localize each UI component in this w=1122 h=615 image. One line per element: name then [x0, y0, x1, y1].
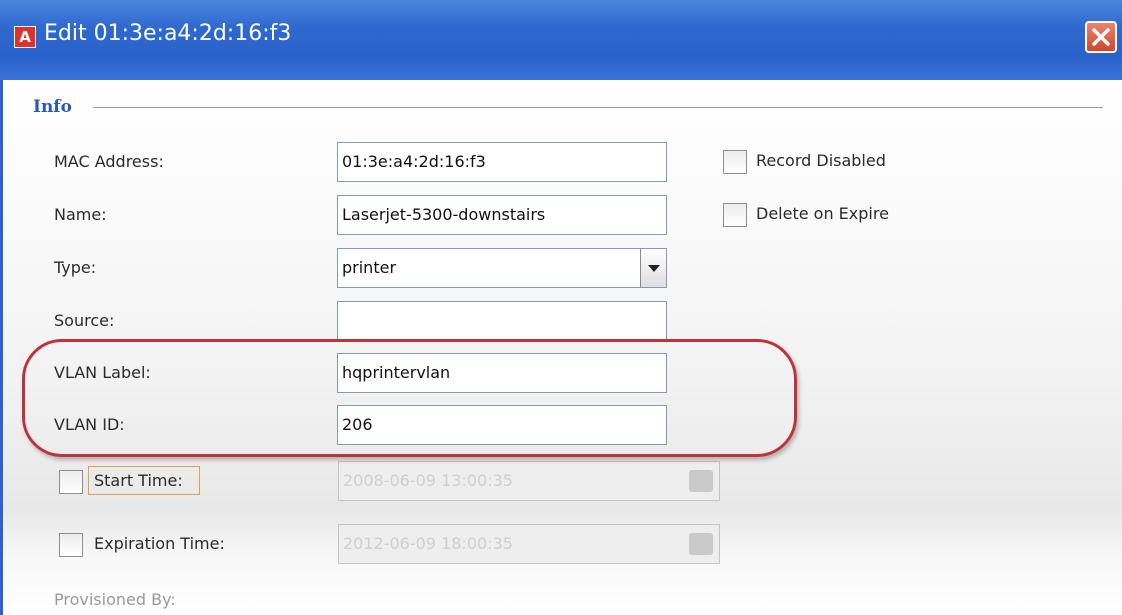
vlan-id-label: VLAN ID: — [54, 415, 125, 434]
close-icon — [1092, 28, 1110, 46]
mac-address-field[interactable]: 01:3e:a4:2d:16:f3 — [337, 142, 667, 182]
section-title-info: Info — [33, 97, 72, 117]
delete-on-expire-label[interactable]: Delete on Expire — [756, 204, 889, 223]
record-disabled-label[interactable]: Record Disabled — [756, 151, 886, 170]
provisioned-by-label: Provisioned By: — [54, 590, 176, 609]
expiration-time-checkbox[interactable] — [59, 533, 83, 557]
type-label: Type: — [54, 258, 97, 277]
type-select[interactable]: printer — [337, 248, 667, 288]
start-time-field: 2008-06-09 13:00:35 — [338, 461, 720, 501]
expiration-time-value: 2012-06-09 18:00:35 — [343, 534, 513, 553]
section-divider — [93, 107, 1103, 109]
source-label: Source: — [54, 311, 115, 330]
source-field[interactable] — [337, 301, 667, 341]
expiration-time-label[interactable]: Expiration Time: — [94, 534, 225, 553]
close-button[interactable] — [1085, 21, 1117, 53]
type-select-value: printer — [342, 258, 397, 277]
mac-address-label: MAC Address: — [54, 152, 164, 171]
calendar-icon — [689, 470, 713, 492]
window-title: Edit 01:3e:a4:2d:16:f3 — [44, 21, 292, 46]
start-time-value: 2008-06-09 13:00:35 — [343, 471, 513, 490]
calendar-icon — [689, 533, 713, 555]
chevron-down-icon — [648, 265, 660, 272]
delete-on-expire-checkbox[interactable] — [723, 203, 747, 227]
start-time-label[interactable]: Start Time: — [94, 471, 183, 490]
vlan-label-field[interactable]: hqprintervlan — [337, 353, 667, 393]
app-logo-icon: A — [14, 26, 36, 48]
start-time-checkbox[interactable] — [59, 470, 83, 494]
name-label: Name: — [54, 205, 107, 224]
vlan-label-label: VLAN Label: — [54, 363, 151, 382]
window-titlebar[interactable]: A Edit 01:3e:a4:2d:16:f3 — [0, 0, 1122, 80]
name-field[interactable]: Laserjet-5300-downstairs — [337, 195, 667, 235]
record-disabled-checkbox[interactable] — [723, 150, 747, 174]
type-dropdown-button[interactable] — [640, 249, 666, 287]
vlan-id-field[interactable]: 206 — [337, 405, 667, 445]
expiration-time-field: 2012-06-09 18:00:35 — [338, 524, 720, 564]
